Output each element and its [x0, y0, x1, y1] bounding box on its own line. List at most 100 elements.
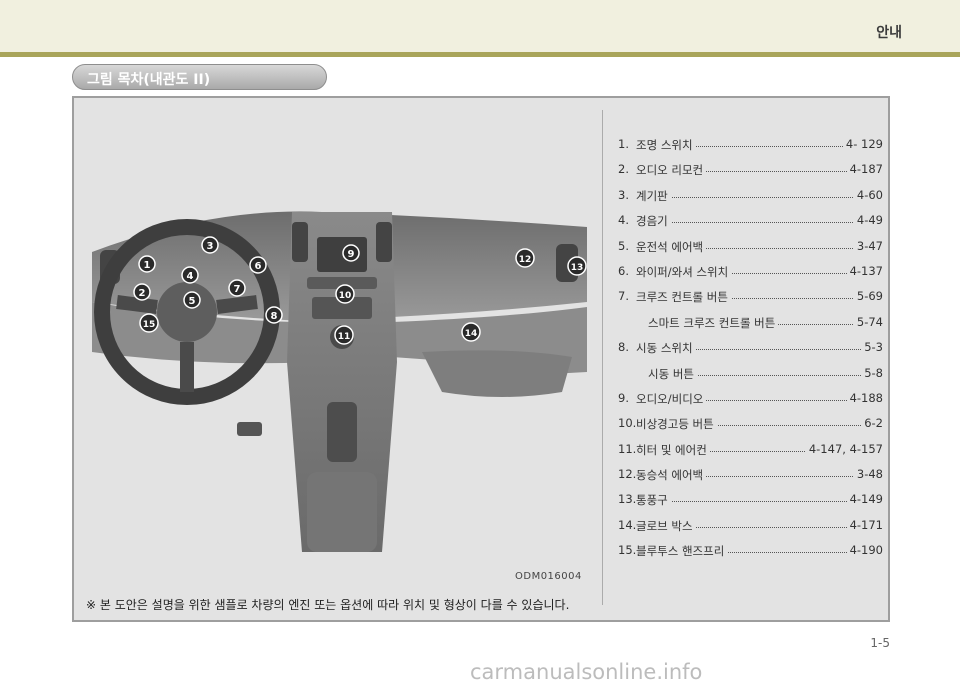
callout-7: 7 [228, 279, 246, 297]
toc-item-label: 글로브 박스 [636, 517, 696, 534]
toc-item-page: 6-2 [861, 416, 883, 431]
toc-item: 1. 조명 스위치 4- 129 [618, 137, 883, 162]
toc-item-page: 4-190 [846, 543, 883, 558]
svg-text:1: 1 [144, 260, 151, 271]
toc-item-number: 5. [618, 238, 629, 253]
svg-text:11: 11 [338, 332, 351, 342]
toc-leader-dots [648, 196, 883, 198]
toc-item-number: 3. [618, 187, 629, 202]
header-rule [0, 52, 960, 57]
toc-item: 스마트 크루즈 컨트롤 버튼 5-74 [618, 314, 883, 340]
toc-item: 14. 글로브 박스 4-171 [618, 517, 883, 543]
toc-item-page: 3-48 [853, 467, 883, 482]
center-vent-left [292, 222, 308, 262]
toc-item-page: 4- 129 [842, 137, 883, 151]
toc-item-label: 동승석 에어백 [636, 467, 707, 484]
svg-text:14: 14 [465, 329, 478, 339]
toc-item-number: 6. [618, 263, 629, 278]
interior-illustration: 1 2 3 4 5 6 7 8 9 10 11 12 13 14 15 [92, 211, 587, 552]
toc-item-page: 4-147, 4-157 [805, 441, 883, 456]
callout-8: 8 [265, 306, 283, 324]
svg-text:9: 9 [348, 249, 355, 260]
toc-item: 4. 경음기 4-49 [618, 213, 883, 238]
callout-3: 3 [201, 236, 219, 254]
toc-item-page: 4-187 [846, 162, 883, 177]
steering-hub [157, 282, 217, 342]
toc-item-number: 10. [618, 416, 637, 431]
svg-text:10: 10 [339, 291, 352, 301]
pedal [237, 422, 262, 436]
toc-item-page: 4-149 [846, 492, 883, 507]
svg-text:7: 7 [234, 284, 241, 295]
armrest [307, 472, 377, 552]
toc-item-label: 오디오/비디오 [636, 390, 707, 407]
toc-item: 5. 운전석 에어백 3-47 [618, 238, 883, 264]
toc-item-label: 크루즈 컨트롤 버튼 [636, 289, 731, 306]
toc-list: 1. 조명 스위치 4- 129 2. 오디오 리모컨 4-187 3. 계기판 4-60 4. 경… [618, 137, 883, 569]
content-frame: 1 2 3 4 5 6 7 8 9 10 11 12 13 14 15 ODM0… [72, 96, 890, 622]
toc-item-page: 5-74 [853, 314, 883, 329]
center-vent-right [376, 222, 392, 262]
toc-item: 12. 동승석 에어백 3-48 [618, 467, 883, 492]
toc-item: 11. 히터 및 에어컨 4-147, 4-157 [618, 441, 883, 467]
toc-item-label: 운전석 에어백 [636, 238, 707, 255]
toc-item-label: 시동 스위치 [636, 340, 696, 357]
callout-11: 11 [334, 325, 354, 345]
svg-text:12: 12 [519, 255, 532, 265]
toc-item-label: 비상경고등 버튼 [636, 416, 717, 433]
divider [602, 110, 603, 605]
toc-item-number: 9. [618, 390, 629, 405]
toc-item: 시동 버튼 5-8 [618, 365, 883, 391]
title-bar: 그림 목차(내관도 II) [72, 64, 327, 90]
toc-item-number: 13. [618, 492, 637, 507]
page-number: 1-5 [870, 636, 890, 650]
toc-item-page: 5-69 [853, 289, 883, 304]
toc-item-page: 5-3 [861, 340, 883, 355]
toc-item-page: 3-47 [853, 238, 883, 253]
toc-item-number: 11. [618, 441, 637, 456]
toc-item-label: 시동 버튼 [648, 365, 697, 382]
figure-code: ODM016004 [515, 571, 582, 582]
toc-item: 6. 와이퍼/와셔 스위치 4-137 [618, 263, 883, 289]
toc-item: 8. 시동 스위치 5-3 [618, 340, 883, 365]
shifter [327, 402, 357, 462]
toc-item-label: 오디오 리모컨 [636, 162, 707, 179]
toc-item: 13. 통풍구 4-149 [618, 492, 883, 517]
toc-item: 15. 블루투스 핸즈프리 4-190 [618, 543, 883, 568]
svg-text:13: 13 [571, 263, 584, 273]
toc-item-page: 4-49 [853, 213, 883, 228]
toc-item: 7. 크루즈 컨트롤 버튼 5-69 [618, 289, 883, 314]
toc-item: 9. 오디오/비디오 4-188 [618, 390, 883, 416]
toc-item-page: 4-60 [853, 187, 883, 202]
toc-item-number: 8. [618, 340, 629, 355]
toc-item-number: 4. [618, 213, 629, 228]
callout-1: 1 [138, 255, 156, 273]
toc-item-page: 4-137 [846, 263, 883, 278]
toc-item-label: 경음기 [636, 213, 671, 230]
svg-text:8: 8 [271, 311, 278, 322]
toc-item-number: 12. [618, 467, 637, 482]
toc-item-number: 7. [618, 289, 629, 304]
toc-item-label: 통풍구 [636, 492, 671, 509]
toc-item-label: 스마트 크루즈 컨트롤 버튼 [648, 314, 779, 331]
toc-item-page: 4-188 [846, 390, 883, 405]
toc-item-number: 15. [618, 543, 637, 558]
toc-item-label: 와이퍼/와셔 스위치 [636, 263, 732, 280]
toc-item: 10. 비상경고등 버튼 6-2 [618, 416, 883, 441]
callout-13: 13 [567, 256, 587, 276]
callout-6: 6 [249, 256, 267, 274]
section-title: 안내 [876, 25, 902, 41]
watermark: carmanualsonline.info [470, 660, 703, 684]
svg-text:6: 6 [255, 261, 262, 272]
svg-text:2: 2 [139, 288, 146, 299]
toc-item-label: 계기판 [636, 187, 671, 204]
svg-text:15: 15 [143, 320, 156, 330]
toc-item-number: 1. [618, 137, 629, 151]
toc-item-label: 블루투스 핸즈프리 [636, 543, 728, 560]
toc-leader-dots [648, 222, 883, 224]
toc-item: 2. 오디오 리모컨 4-187 [618, 162, 883, 187]
toc-item-page: 5-8 [861, 365, 883, 380]
header-band [0, 0, 960, 52]
glove-box-shape [422, 350, 572, 397]
callout-5: 5 [183, 291, 201, 309]
